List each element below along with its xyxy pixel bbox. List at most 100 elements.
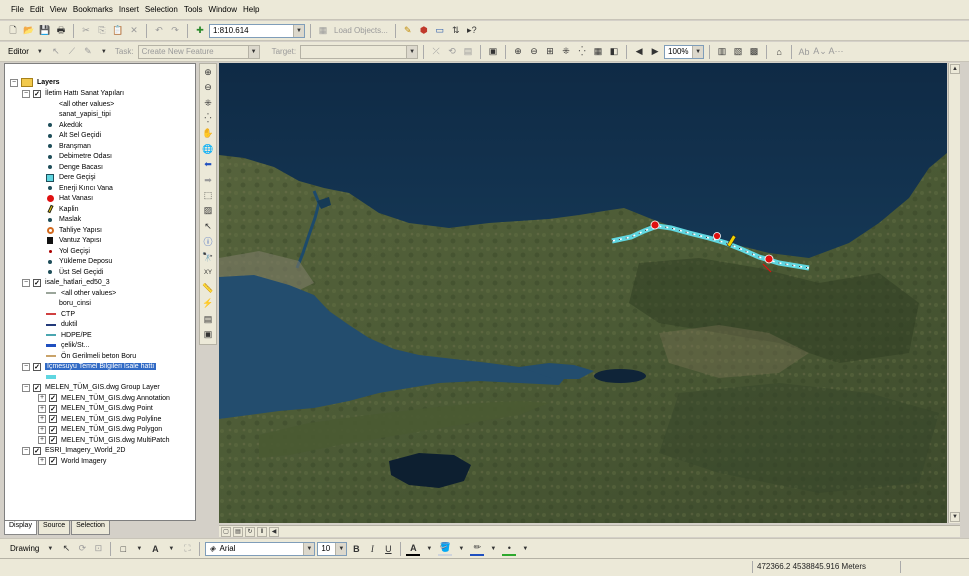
fixed-zoom-out-icon[interactable]: ⁛: [202, 112, 215, 124]
save-icon[interactable]: 💾: [38, 24, 52, 38]
label-settings-icon[interactable]: A⋯: [829, 45, 844, 59]
go-to-xy-icon[interactable]: XY: [202, 267, 215, 279]
sketch-tool-icon[interactable]: ⟋: [65, 45, 79, 59]
hat-vanasi-marker[interactable]: [650, 220, 660, 230]
layer-visibility-checkbox[interactable]: ✓: [49, 457, 57, 465]
expand-icon[interactable]: +: [38, 425, 46, 434]
select-elements-icon[interactable]: ↖: [202, 220, 215, 232]
zoom-out-page-icon[interactable]: ⊖: [527, 45, 541, 59]
pan-icon[interactable]: ✋: [202, 128, 215, 140]
menu-file[interactable]: File: [8, 5, 27, 14]
chevron-down-icon[interactable]: ▼: [247, 45, 259, 58]
menu-insert[interactable]: Insert: [116, 5, 142, 14]
map-vertical-scrollbar[interactable]: ▲ ▼: [948, 63, 960, 523]
menu-window[interactable]: Window: [206, 5, 240, 14]
toc-sublayer[interactable]: + ✓ MELEN_TÜM_GIS.dwg MultiPatch: [38, 435, 170, 446]
chevron-down-icon[interactable]: ▼: [43, 542, 57, 556]
zoom-whole-page-icon[interactable]: ⊞: [543, 45, 557, 59]
chevron-down-icon[interactable]: ▼: [486, 542, 500, 556]
collapse-icon[interactable]: −: [22, 362, 30, 371]
layout-zoom-combo[interactable]: 100% ▼: [664, 44, 705, 59]
scroll-up-icon[interactable]: ▲: [950, 64, 960, 74]
whats-this-icon[interactable]: ▸?: [465, 24, 479, 38]
previous-extent-icon[interactable]: ◀: [632, 45, 646, 59]
change-layout-icon[interactable]: ▩: [747, 45, 761, 59]
collapse-icon[interactable]: −: [22, 278, 30, 287]
go-back-icon[interactable]: ◧: [607, 45, 621, 59]
map-display[interactable]: [219, 63, 947, 523]
zoom-to-selected-icon[interactable]: ⊡: [91, 542, 105, 556]
map-horizontal-scrollbar[interactable]: ▢ ▤ ↻ Ⅱ ◀: [219, 525, 960, 537]
rectangle-icon[interactable]: □: [116, 542, 130, 556]
collapse-icon[interactable]: −: [22, 89, 30, 98]
undo-icon[interactable]: ↶: [152, 24, 166, 38]
catalog-icon[interactable]: ⇅: [449, 24, 463, 38]
load-objects-button[interactable]: Load Objects...: [332, 26, 390, 35]
toc-sublayer[interactable]: + ✓ MELEN_TÜM_GIS.dwg Point: [38, 403, 153, 414]
label-tool-icon[interactable]: Ab: [797, 45, 811, 59]
bold-button[interactable]: B: [349, 542, 363, 556]
edit-vertices-icon[interactable]: ⛶: [180, 542, 194, 556]
add-data-icon[interactable]: ✚: [193, 24, 207, 38]
menu-edit[interactable]: Edit: [27, 5, 47, 14]
full-extent-icon[interactable]: 🌐: [202, 143, 215, 155]
toc-layer[interactable]: − ✓ MELEN_TÜM_GIS.dwg Group Layer: [22, 382, 160, 393]
layer-visibility-checkbox[interactable]: ✓: [49, 436, 57, 444]
underline-button[interactable]: U: [381, 542, 395, 556]
hat-vanasi-marker[interactable]: [713, 232, 721, 240]
find-icon[interactable]: 🔭: [202, 251, 215, 263]
chevron-down-icon[interactable]: ▼: [303, 542, 315, 555]
menu-tools[interactable]: Tools: [181, 5, 206, 14]
toggle-draft-icon[interactable]: ▥: [715, 45, 729, 59]
hyperlink-icon[interactable]: ⚡: [202, 298, 215, 310]
collapse-icon[interactable]: −: [22, 446, 30, 455]
delete-icon[interactable]: ✕: [127, 24, 141, 38]
pause-drawing-icon[interactable]: Ⅱ: [257, 526, 267, 537]
scroll-left-icon[interactable]: ◀: [269, 526, 279, 537]
split-tool-icon[interactable]: ⤫: [429, 45, 443, 59]
new-text-icon[interactable]: A: [148, 542, 162, 556]
select-elements-icon[interactable]: ↖: [59, 542, 73, 556]
refresh-icon[interactable]: ↻: [245, 526, 255, 537]
select-features-icon[interactable]: ⬚: [202, 189, 215, 201]
layout-view-icon[interactable]: ▤: [233, 526, 243, 537]
html-popup-icon[interactable]: ▤: [202, 313, 215, 325]
forward-extent-icon[interactable]: ➡: [202, 174, 215, 186]
layer-visibility-checkbox[interactable]: ✓: [49, 404, 57, 413]
table-of-contents-icon[interactable]: ▭: [433, 24, 447, 38]
chevron-down-icon[interactable]: ▼: [454, 542, 468, 556]
chevron-down-icon[interactable]: ▼: [293, 24, 304, 37]
scroll-down-icon[interactable]: ▼: [950, 512, 960, 522]
expand-icon[interactable]: +: [38, 436, 46, 444]
expand-icon[interactable]: +: [38, 457, 46, 465]
rotate-icon[interactable]: ⟳: [75, 542, 89, 556]
layer-visibility-checkbox[interactable]: ✓: [33, 278, 41, 287]
menu-selection[interactable]: Selection: [142, 5, 181, 14]
print-icon[interactable]: 🖶: [54, 24, 68, 38]
font-color-icon[interactable]: A: [406, 542, 421, 556]
chevron-down-icon[interactable]: ▼: [132, 542, 146, 556]
open-icon[interactable]: 📂: [22, 24, 36, 38]
hat-vanasi-marker[interactable]: [764, 254, 774, 264]
marker-color-icon[interactable]: •: [502, 542, 517, 556]
toc-layer[interactable]: − ✓ ESRI_Imagery_World_2D: [22, 445, 125, 456]
cut-icon[interactable]: ✂: [79, 24, 93, 38]
layers-root[interactable]: − Layers: [10, 77, 60, 88]
toc-layer[interactable]: − ✓ İçmesuyu Temel Bilgileri İsale hattı: [22, 361, 157, 372]
arctoolbox-icon[interactable]: ⬢: [417, 24, 431, 38]
load-objects-icon[interactable]: ▦: [316, 24, 330, 38]
menu-bookmarks[interactable]: Bookmarks: [70, 5, 116, 14]
toc-layer[interactable]: − ✓ İletim Hattı Sanat Yapıları: [22, 88, 124, 99]
next-extent-icon[interactable]: ▶: [648, 45, 662, 59]
editor-toolbar-icon[interactable]: ✎: [401, 24, 415, 38]
toc-sublayer[interactable]: + ✓ MELEN_TÜM_GIS.dwg Polyline: [38, 414, 161, 425]
attributes-icon[interactable]: ▤: [461, 45, 475, 59]
measure-icon[interactable]: 📏: [202, 282, 215, 294]
menu-view[interactable]: View: [47, 5, 70, 14]
layer-visibility-checkbox[interactable]: ✓: [33, 446, 41, 455]
clear-selection-icon[interactable]: ▨: [202, 205, 215, 217]
collapse-icon[interactable]: −: [10, 78, 18, 87]
zoom-out-icon[interactable]: ⊖: [202, 81, 215, 93]
layer-visibility-checkbox[interactable]: ✓: [49, 425, 57, 434]
tab-selection[interactable]: Selection: [71, 521, 110, 535]
